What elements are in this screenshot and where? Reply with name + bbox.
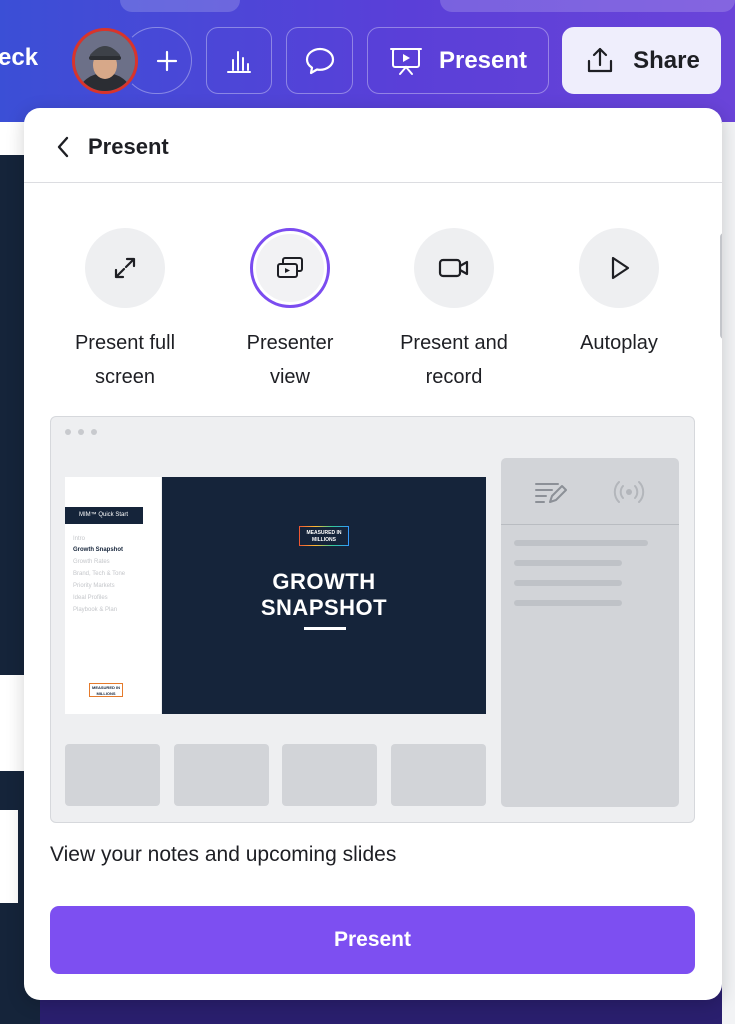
comment-button[interactable] bbox=[286, 27, 353, 94]
preview-slide-underline bbox=[304, 627, 346, 630]
add-icon bbox=[156, 50, 178, 71]
preview-sidebar-item: Ideal Profiles bbox=[73, 595, 108, 601]
preview-thumbnail bbox=[174, 744, 269, 806]
canvas-element bbox=[0, 810, 18, 903]
preview-sidebar-item: Priority Markets bbox=[73, 583, 115, 589]
preview-sidebar-title: MIM™ Quick Start bbox=[65, 507, 143, 524]
preview-sidebar-item: Growth Rates bbox=[73, 559, 110, 565]
present-button-label: Present bbox=[438, 46, 528, 74]
panel-header: Present bbox=[24, 108, 722, 183]
option-icon-circle bbox=[579, 228, 659, 308]
notes-edit-icon bbox=[535, 483, 567, 503]
top-toolbar: eck Present Share bbox=[0, 0, 735, 122]
option-description: View your notes and upcoming slides bbox=[50, 843, 397, 866]
notes-line bbox=[514, 540, 648, 546]
option-icon-circle bbox=[414, 228, 494, 308]
option-icon-circle bbox=[250, 228, 330, 308]
preview-sidebar-item-active: Growth Snapshot bbox=[73, 547, 123, 553]
option-present-and-record[interactable]: Present and record bbox=[374, 228, 534, 394]
analytics-icon bbox=[227, 50, 251, 73]
present-button[interactable]: Present bbox=[367, 27, 549, 94]
preview-sidebar-logo: MEASURED IN MILLIONS bbox=[89, 683, 123, 697]
presenter-view-icon bbox=[277, 257, 303, 278]
option-autoplay[interactable]: Autoplay bbox=[539, 228, 699, 360]
analytics-button[interactable] bbox=[206, 27, 272, 94]
option-label: Present full screen bbox=[74, 332, 176, 388]
option-label: Presenter view bbox=[246, 332, 334, 388]
scrollbar[interactable] bbox=[720, 233, 722, 339]
comment-icon bbox=[305, 47, 334, 74]
preview-sidebar-item: Playbook & Plan bbox=[73, 607, 118, 613]
notes-line bbox=[514, 560, 622, 566]
expand-icon bbox=[114, 257, 136, 279]
preview-slide-logo: MEASURED IN MILLIONS bbox=[299, 526, 349, 546]
notes-line bbox=[514, 600, 622, 606]
preview-notes-panel bbox=[501, 458, 679, 807]
preview-sidebar-item: Brand, Tech & Tone bbox=[73, 571, 126, 577]
share-icon bbox=[588, 47, 613, 72]
video-camera-icon bbox=[438, 258, 469, 278]
play-icon bbox=[611, 256, 630, 280]
broadcast-icon bbox=[613, 481, 645, 503]
option-icon-circle bbox=[85, 228, 165, 308]
option-present-full-screen[interactable]: Present full screen bbox=[45, 228, 205, 394]
option-label: Present and record bbox=[400, 332, 508, 388]
preview-sidebar: MIM™ Quick Start Intro Growth Snapshot G… bbox=[65, 477, 161, 714]
notes-line bbox=[514, 580, 622, 586]
preview-slide: MEASURED IN MILLIONS GROWTH SNAPSHOT bbox=[162, 477, 486, 714]
presenter-view-preview: MIM™ Quick Start Intro Growth Snapshot G… bbox=[50, 416, 695, 823]
preview-notes-header bbox=[501, 458, 679, 525]
avatar[interactable] bbox=[72, 28, 138, 94]
present-cta-button[interactable]: Present bbox=[50, 906, 695, 974]
present-panel: Present Present full screen Presenter vi… bbox=[24, 108, 722, 1000]
window-dots bbox=[65, 429, 97, 435]
canvas-area-right bbox=[722, 122, 735, 1024]
preview-sidebar-item: Intro bbox=[73, 536, 86, 542]
share-button[interactable]: Share bbox=[562, 27, 721, 94]
option-label: Autoplay bbox=[580, 332, 658, 354]
document-title[interactable]: eck bbox=[0, 44, 38, 72]
preview-slide-title: GROWTH SNAPSHOT bbox=[260, 569, 388, 620]
preview-thumbnail bbox=[282, 744, 377, 806]
toolbar-tab-strip bbox=[440, 0, 735, 12]
presentation-icon bbox=[389, 47, 422, 75]
option-presenter-view[interactable]: Presenter view bbox=[210, 228, 370, 394]
back-icon[interactable] bbox=[52, 134, 74, 160]
toolbar-tab-strip bbox=[120, 0, 240, 12]
preview-thumbnail bbox=[65, 744, 160, 806]
preview-thumbnail bbox=[391, 744, 486, 806]
panel-title: Present bbox=[88, 134, 169, 159]
share-button-label: Share bbox=[633, 46, 700, 74]
